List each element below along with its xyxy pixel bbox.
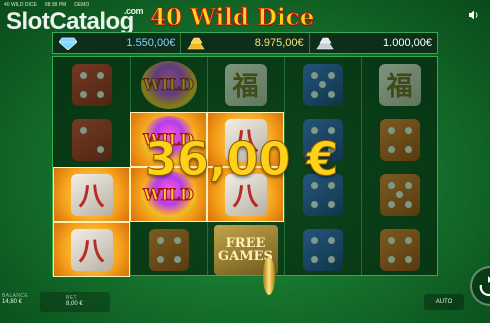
status-mode: DEMO [74, 2, 90, 8]
mahjong-tile-icon: 福 [378, 63, 421, 106]
jackpot-diamond-value: 1.550,00€ [126, 37, 176, 49]
free-label: FREE [225, 235, 266, 251]
symbol-orange-die [361, 167, 438, 222]
status-game-name: 40 WILD DICE [4, 2, 37, 8]
blue-die-icon [302, 63, 343, 106]
watermark-suffix: .com [124, 6, 144, 16]
mahjong-tile-icon: 八 [70, 228, 113, 271]
wild-icon: WILD [140, 60, 197, 109]
bottom-bar: BALANCE 14,80 € BET 8,00 € [0, 290, 490, 323]
jackpot-silver-value: 1.000,00€ [383, 37, 432, 49]
mahjong-tile-icon: 八 [70, 173, 113, 216]
symbol-blue-die [284, 57, 361, 112]
symbol-tile-winning: 八 [53, 167, 130, 222]
bet-value: 8,00 € [66, 301, 83, 307]
symbol-tile: 福 [207, 57, 284, 112]
balance-field: BALANCE 14,80 € [2, 293, 28, 305]
gold-bars-icon [187, 37, 205, 50]
orange-die-icon [148, 228, 189, 271]
symbol-tile: 福 [361, 57, 438, 112]
symbol-orange-die [130, 222, 207, 277]
wild-label: WILD [143, 185, 195, 205]
blue-die-icon [302, 228, 343, 271]
silver-bars-icon [316, 37, 334, 50]
jackpot-silver: 1.000,00€ [310, 33, 437, 53]
symbol-blue-die [284, 222, 361, 277]
orange-die-icon [379, 118, 420, 161]
spin-icon [479, 276, 490, 296]
sound-icon[interactable] [468, 10, 480, 20]
symbol-red-die [53, 57, 130, 112]
watermark-name: SlotCatalog [6, 8, 134, 35]
jackpot-gold: 8.975,00€ [181, 33, 310, 53]
win-amount: 36,00 € [145, 132, 340, 187]
symbol-tile-winning: 八 [53, 222, 130, 277]
jackpot-gold-value: 8.975,00€ [254, 37, 304, 49]
jackpot-diamond: 1.550,00€ [53, 33, 182, 53]
orange-die-icon [379, 173, 420, 216]
symbol-orange-die [361, 112, 438, 167]
mahjong-tile-icon: 福 [224, 63, 267, 106]
red-die-icon [71, 63, 112, 106]
auto-button[interactable]: AUTO [424, 294, 464, 310]
jackpot-bar: 1.550,00€ 8.975,00€ 1.000,00€ [52, 32, 438, 54]
status-time: 08:38 PM [44, 2, 67, 8]
symbol-wild: WILD [130, 57, 207, 112]
wild-label: WILD [143, 75, 195, 95]
symbol-red-die [53, 112, 130, 167]
diamond-icon [59, 37, 77, 50]
symbol-orange-die [361, 222, 438, 277]
bet-field[interactable]: BET 8,00 € [40, 292, 110, 312]
orange-die-icon [379, 228, 420, 271]
game-title: 40 Wild Dice [149, 4, 315, 32]
balance-value: 14,80 € [2, 299, 23, 305]
red-die-icon [71, 118, 112, 161]
